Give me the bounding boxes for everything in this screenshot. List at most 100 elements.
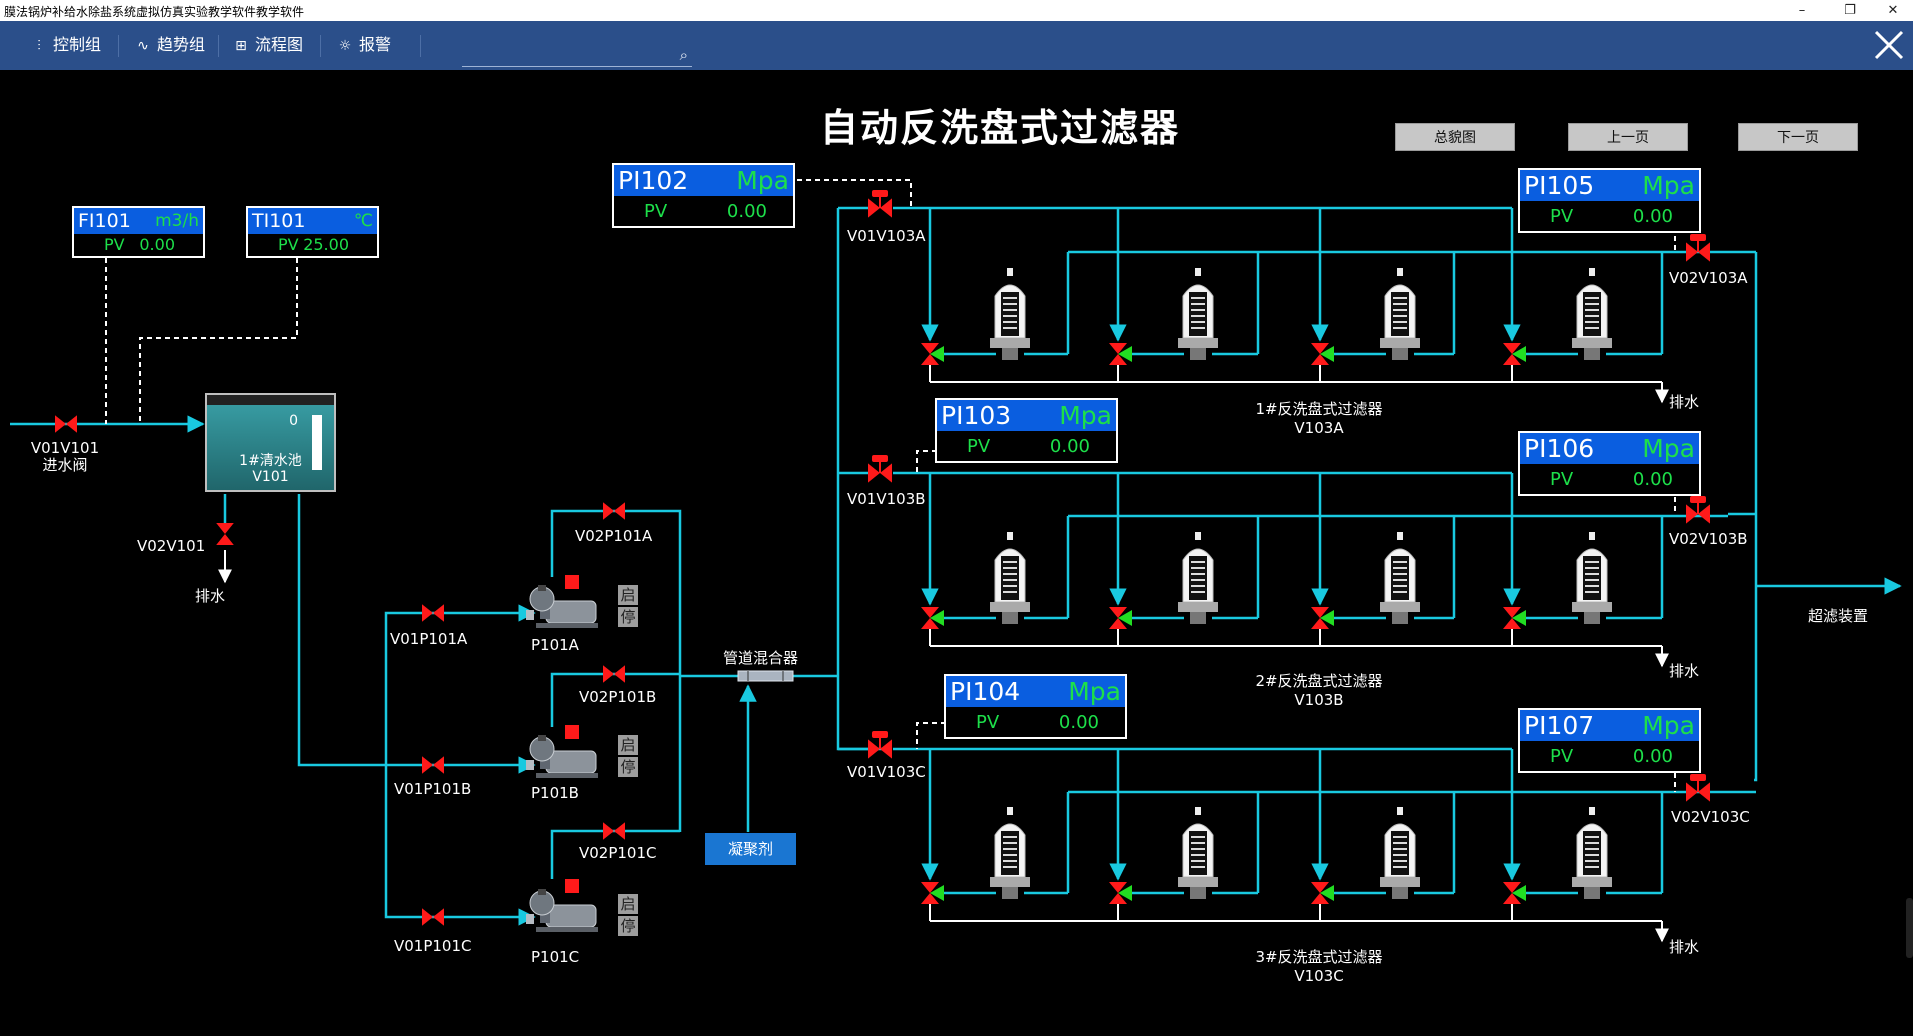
disc-filter-b1-icon[interactable] xyxy=(990,532,1030,624)
disc-filter-c1-icon[interactable] xyxy=(990,807,1030,899)
valve-v02p101b-icon[interactable] xyxy=(603,665,625,683)
three-way-valve-b2-icon[interactable] xyxy=(1109,607,1132,629)
coagulant-button[interactable]: 凝聚剂 xyxy=(705,833,796,865)
label-v02v103c: V02V103C xyxy=(1671,808,1750,826)
filter-bank-b xyxy=(893,471,1728,668)
disc-filter-a1-icon[interactable] xyxy=(990,268,1030,360)
disc-filter-c4-icon[interactable] xyxy=(1572,807,1612,899)
pump-b-stop-button[interactable]: 停 xyxy=(618,757,638,777)
label-v01v103a: V01V103A xyxy=(847,227,926,245)
tag-PI107[interactable]: PI107 Mpa PV 0.00 xyxy=(1518,708,1701,773)
three-way-valve-a4-icon[interactable] xyxy=(1503,343,1526,365)
disc-filter-c2-icon[interactable] xyxy=(1178,807,1218,899)
close-icon[interactable] xyxy=(1872,28,1906,62)
valve-v01v103c-icon[interactable] xyxy=(868,731,892,759)
valve-v02p101c-icon[interactable] xyxy=(603,822,625,840)
tag-value: 25.00 xyxy=(303,235,349,254)
tag-PI104[interactable]: PI104 Mpa PV 0.00 xyxy=(944,674,1127,739)
three-way-valve-b1-icon[interactable] xyxy=(921,607,944,629)
filter-tag: V103B xyxy=(1294,691,1344,709)
tag-name: PI102 xyxy=(618,166,689,195)
search-input[interactable] xyxy=(462,46,666,67)
restore-button[interactable]: ❐ xyxy=(1830,1,1870,20)
menu-alarm[interactable]: ☼ 报警 xyxy=(336,33,391,57)
pump-a-start-button[interactable]: 启 xyxy=(618,585,638,605)
menu-label: 趋势组 xyxy=(157,35,206,54)
label-p101c: P101C xyxy=(531,948,580,966)
tag-name: PI103 xyxy=(941,401,1012,430)
label-v01p101b: V01P101B xyxy=(394,780,472,798)
valve-v01p101a-icon[interactable] xyxy=(422,604,444,622)
three-way-valve-a3-icon[interactable] xyxy=(1311,343,1334,365)
label-filter-c: 3#反洗盘式过滤器 V103C xyxy=(1219,948,1419,986)
three-way-valve-c4-icon[interactable] xyxy=(1503,882,1526,904)
valve-tag: V01V101 xyxy=(30,439,100,457)
label-drain-tank: 排水 xyxy=(195,587,226,605)
sliders-icon: ⫶ xyxy=(37,38,41,54)
clear-water-tank[interactable]: 0 1#清水池 V101 xyxy=(205,393,336,492)
valve-v02p101a-icon[interactable] xyxy=(603,502,625,520)
tag-PI103[interactable]: PI103 Mpa PV 0.00 xyxy=(935,398,1118,463)
valve-v01v101-icon[interactable] xyxy=(55,415,77,433)
tag-PI102[interactable]: PI102 Mpa PV 0.00 xyxy=(612,163,795,228)
tank-top xyxy=(207,395,334,405)
label-v02p101b: V02P101B xyxy=(579,688,657,706)
overview-button[interactable]: 总貌图 xyxy=(1395,123,1515,151)
disc-filter-a4-icon[interactable] xyxy=(1572,268,1612,360)
valve-v01v103b-icon[interactable] xyxy=(868,455,892,483)
valve-v01p101c-icon[interactable] xyxy=(422,908,444,926)
tag-pv-label: PV xyxy=(1550,746,1574,767)
alarm-icon: ☼ xyxy=(338,38,352,54)
window-titlebar: 膜法锅炉补给水除盐系统虚拟仿真实验教学软件教学软件 – ❐ ✕ xyxy=(0,0,1913,21)
pump-a-stop-button[interactable]: 停 xyxy=(618,607,638,627)
disc-filter-b4-icon[interactable] xyxy=(1572,532,1612,624)
prev-page-button[interactable]: 上一页 xyxy=(1568,123,1688,151)
menu-control-group[interactable]: ⫶ 控制组 xyxy=(30,33,101,57)
tag-value: 0.00 xyxy=(1058,712,1099,733)
tag-name: PI106 xyxy=(1524,434,1595,463)
scrollbar-stub[interactable] xyxy=(1906,898,1913,958)
three-way-valve-a2-icon[interactable] xyxy=(1109,343,1132,365)
disc-filter-b3-icon[interactable] xyxy=(1380,532,1420,624)
menu-separator xyxy=(218,35,219,57)
process-piping-diagram xyxy=(10,179,1902,943)
pump-c-stop-button[interactable]: 停 xyxy=(618,916,638,936)
disc-filter-b2-icon[interactable] xyxy=(1178,532,1218,624)
three-way-valve-a1-icon[interactable] xyxy=(921,343,944,365)
valve-v02v103a-icon[interactable] xyxy=(1686,234,1710,262)
flowchart-icon: ⊞ xyxy=(235,38,247,54)
three-way-valve-b4-icon[interactable] xyxy=(1503,607,1526,629)
tag-value: 0.00 xyxy=(139,235,175,254)
tag-value: 0.00 xyxy=(1632,746,1673,767)
tag-PI106[interactable]: PI106 Mpa PV 0.00 xyxy=(1518,431,1701,496)
label-v02v103b: V02V103B xyxy=(1669,530,1748,548)
three-way-valve-c2-icon[interactable] xyxy=(1109,882,1132,904)
tag-PI105[interactable]: PI105 Mpa PV 0.00 xyxy=(1518,168,1701,233)
search-icon[interactable]: ⌕ xyxy=(680,46,688,64)
tag-name: TI101 xyxy=(252,210,306,232)
valve-v01p101b-icon[interactable] xyxy=(422,756,444,774)
disc-filter-a2-icon[interactable] xyxy=(1178,268,1218,360)
window-close-button[interactable]: ✕ xyxy=(1873,1,1913,20)
tag-FI101[interactable]: FI101 m3/h PV 0.00 xyxy=(72,206,205,258)
valve-v02v101-icon[interactable] xyxy=(216,523,234,545)
menu-flowchart[interactable]: ⊞ 流程图 xyxy=(232,33,303,57)
menu-trend-group[interactable]: ∿ 趋势组 xyxy=(134,33,205,57)
pump-b-status-indicator xyxy=(565,725,579,739)
three-way-valve-c1-icon[interactable] xyxy=(921,882,944,904)
valve-v01v103a-icon[interactable] xyxy=(868,190,892,218)
disc-filter-a3-icon[interactable] xyxy=(1380,268,1420,360)
minimize-button[interactable]: – xyxy=(1782,1,1822,20)
pump-c-start-button[interactable]: 启 xyxy=(618,894,638,914)
valve-v02v103b-icon[interactable] xyxy=(1686,496,1710,524)
three-way-valve-b3-icon[interactable] xyxy=(1311,607,1334,629)
three-way-valve-c3-icon[interactable] xyxy=(1311,882,1334,904)
valve-v02v103c-icon[interactable] xyxy=(1686,774,1710,802)
label-drain-b: 排水 xyxy=(1669,662,1700,680)
tag-TI101[interactable]: TI101 ℃ PV 25.00 xyxy=(246,206,379,258)
tag-value: 0.00 xyxy=(1049,436,1090,457)
disc-filter-c3-icon[interactable] xyxy=(1380,807,1420,899)
pump-b-start-button[interactable]: 启 xyxy=(618,735,638,755)
next-page-button[interactable]: 下一页 xyxy=(1738,123,1858,151)
label-v01v101: V01V101 进水阀 xyxy=(28,440,102,474)
